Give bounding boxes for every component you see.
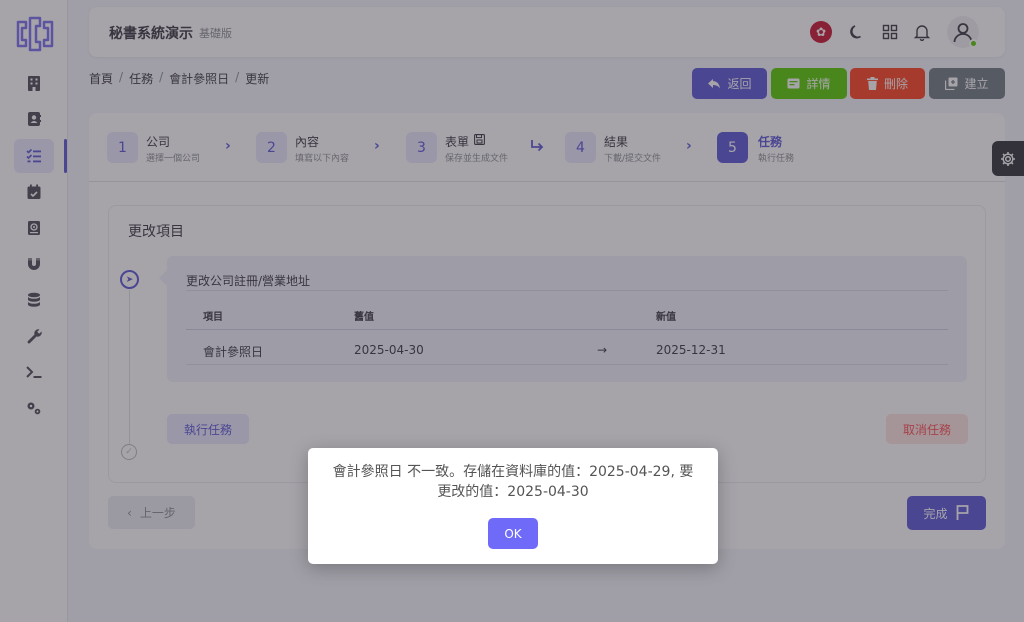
ok-button[interactable]: OK: [488, 518, 538, 549]
alert-dialog: 會計參照日 不一致。存儲在資料庫的值：2025-04-29, 要更改的值：202…: [308, 448, 718, 564]
alert-message: 會計參照日 不一致。存儲在資料庫的值：2025-04-29, 要更改的值：202…: [332, 464, 694, 500]
